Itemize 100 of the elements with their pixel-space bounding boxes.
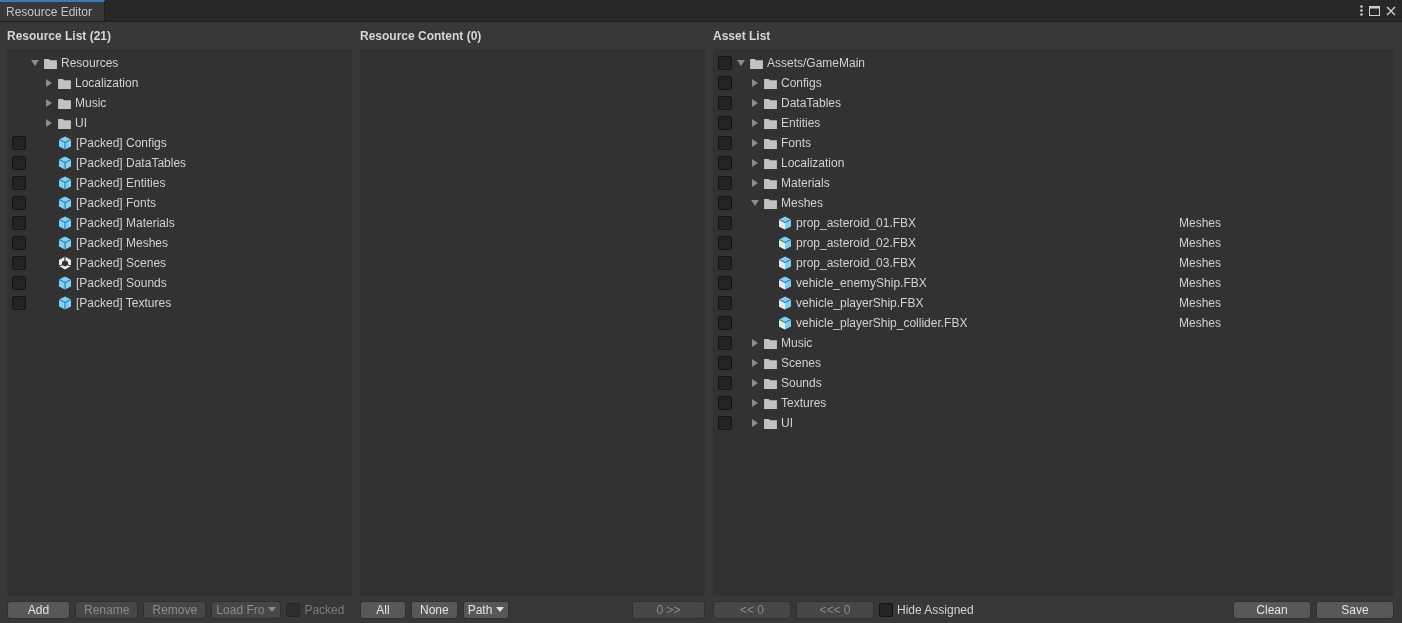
tree-item-label[interactable]: [Packed] Materials: [76, 216, 175, 230]
tree-item-label[interactable]: vehicle_playerShip_collider.FBX: [796, 316, 968, 330]
tree-item-label[interactable]: Localization: [75, 76, 139, 90]
row-checkbox[interactable]: [718, 236, 732, 250]
collapsed-arrow-icon[interactable]: [751, 99, 759, 107]
row-checkbox[interactable]: [718, 196, 732, 210]
row-checkbox[interactable]: [12, 136, 26, 150]
tree-item-label[interactable]: Music: [75, 96, 107, 110]
tree-item-label[interactable]: Scenes: [781, 356, 822, 370]
row-checkbox[interactable]: [12, 296, 26, 310]
panel-title: Resource Content (0): [360, 28, 482, 43]
tree-item-label[interactable]: prop_asteroid_01.FBX: [796, 216, 917, 230]
tree-item-label[interactable]: Resources: [61, 56, 119, 70]
tree-item-label[interactable]: [Packed] Textures: [76, 296, 172, 310]
footer-button[interactable]: All: [360, 600, 406, 619]
folder-icon: [44, 57, 57, 69]
tree-item-label[interactable]: Meshes: [781, 196, 824, 210]
row-checkbox[interactable]: [718, 116, 732, 130]
tree-item-label[interactable]: [Packed] DataTables: [76, 156, 187, 170]
row-checkbox[interactable]: [718, 176, 732, 190]
row-checkbox[interactable]: [718, 296, 732, 310]
collapsed-arrow-icon[interactable]: [45, 99, 53, 107]
row-checkbox[interactable]: [718, 336, 732, 350]
row-checkbox[interactable]: [12, 176, 26, 190]
collapsed-arrow-icon[interactable]: [45, 119, 53, 127]
folder-icon: [764, 117, 777, 129]
expanded-arrow-icon[interactable]: [751, 199, 759, 207]
row-checkbox[interactable]: [718, 396, 732, 410]
row-checkbox[interactable]: [718, 56, 732, 70]
tree-item-label[interactable]: Configs: [781, 76, 822, 90]
folder-icon: [764, 77, 777, 89]
footer-button[interactable]: None: [411, 600, 458, 619]
row-checkbox[interactable]: [718, 356, 732, 370]
tree-item-label[interactable]: [Packed] Meshes: [76, 236, 169, 250]
tree-item-label[interactable]: UI: [781, 416, 793, 430]
close-icon[interactable]: [1386, 5, 1396, 16]
tree-item-label[interactable]: Assets/GameMain: [767, 56, 866, 70]
tree-item-label[interactable]: UI: [75, 116, 87, 130]
row-checkbox[interactable]: [718, 216, 732, 230]
more-options-icon[interactable]: [1360, 5, 1363, 16]
tree-item-label[interactable]: Entities: [781, 116, 821, 130]
tree-item-label[interactable]: Sounds: [781, 376, 822, 390]
row-checkbox[interactable]: [12, 256, 26, 270]
dropdown[interactable]: Path: [462, 600, 510, 619]
expanded-arrow-icon[interactable]: [737, 59, 745, 67]
collapsed-arrow-icon[interactable]: [751, 79, 759, 87]
row-checkbox[interactable]: [12, 156, 26, 170]
tree-item-label[interactable]: vehicle_playerShip.FBX: [796, 296, 924, 310]
collapsed-arrow-icon[interactable]: [751, 419, 759, 427]
cube-icon: [58, 176, 72, 190]
row-checkbox[interactable]: [718, 376, 732, 390]
tree-item-label[interactable]: DataTables: [781, 96, 842, 110]
collapsed-arrow-icon[interactable]: [45, 79, 53, 87]
model-icon: [778, 236, 792, 250]
folder-icon: [750, 57, 763, 69]
tree-item-label[interactable]: [Packed] Configs: [76, 136, 167, 150]
tree-item-label[interactable]: prop_asteroid_02.FBX: [796, 236, 917, 250]
expanded-arrow-icon[interactable]: [31, 59, 39, 67]
tree-item-label[interactable]: [Packed] Entities: [76, 176, 166, 190]
row-checkbox[interactable]: [718, 416, 732, 430]
checkbox[interactable]: [879, 602, 893, 617]
panel-title: Asset List: [713, 28, 771, 43]
tree-item-label[interactable]: Fonts: [781, 136, 811, 150]
collapsed-arrow-icon[interactable]: [751, 139, 759, 147]
folder-icon: [764, 97, 777, 109]
row-checkbox[interactable]: [718, 76, 732, 90]
row-checkbox[interactable]: [718, 256, 732, 270]
row-checkbox[interactable]: [718, 96, 732, 110]
row-checkbox[interactable]: [718, 156, 732, 170]
row-checkbox[interactable]: [12, 276, 26, 290]
footer-button[interactable]: Save: [1316, 600, 1394, 619]
tree-item-label[interactable]: Textures: [781, 396, 827, 410]
row-checkbox[interactable]: [718, 316, 732, 330]
collapsed-arrow-icon[interactable]: [751, 379, 759, 387]
row-checkbox[interactable]: [12, 216, 26, 230]
collapsed-arrow-icon[interactable]: [751, 119, 759, 127]
row-checkbox[interactable]: [12, 236, 26, 250]
collapsed-arrow-icon[interactable]: [751, 359, 759, 367]
folder-icon: [764, 197, 777, 209]
resource-name: Meshes: [1179, 296, 1223, 310]
resource-name: Meshes: [1179, 256, 1223, 270]
tree-item-label[interactable]: [Packed] Sounds: [76, 276, 167, 290]
collapsed-arrow-icon[interactable]: [751, 179, 759, 187]
collapsed-arrow-icon[interactable]: [751, 159, 759, 167]
maximize-icon[interactable]: [1369, 5, 1380, 16]
tree-item-label[interactable]: Localization: [781, 156, 845, 170]
tree-item-label[interactable]: [Packed] Fonts: [76, 196, 157, 210]
window-tab[interactable]: Resource Editor: [0, 0, 106, 21]
footer-button[interactable]: Clean: [1233, 600, 1311, 619]
collapsed-arrow-icon[interactable]: [751, 339, 759, 347]
tree-item-label[interactable]: Music: [781, 336, 813, 350]
row-checkbox[interactable]: [718, 276, 732, 290]
footer-button[interactable]: Add: [7, 600, 70, 619]
row-checkbox[interactable]: [718, 136, 732, 150]
collapsed-arrow-icon[interactable]: [751, 399, 759, 407]
row-checkbox[interactable]: [12, 196, 26, 210]
tree-item-label[interactable]: Materials: [781, 176, 830, 190]
tree-item-label[interactable]: prop_asteroid_03.FBX: [796, 256, 917, 270]
tree-item-label[interactable]: vehicle_enemyShip.FBX: [796, 276, 927, 290]
tree-item-label[interactable]: [Packed] Scenes: [76, 256, 167, 270]
